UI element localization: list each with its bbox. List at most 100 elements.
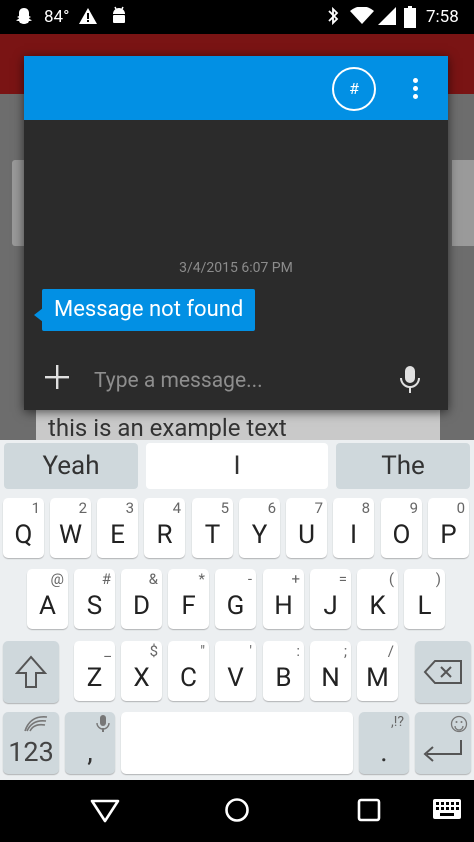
key-z[interactable]: _ Z <box>74 641 115 701</box>
key-n[interactable]: ; N <box>310 641 351 701</box>
key-label: O <box>392 520 411 550</box>
key-label: S <box>86 591 103 621</box>
key-hint: 4 <box>172 499 181 517</box>
key-o[interactable]: 9O <box>381 498 422 558</box>
key-hint: _ <box>104 642 111 660</box>
key-y[interactable]: 6Y <box>239 498 280 558</box>
key-i[interactable]: 8I <box>333 498 374 558</box>
key-a[interactable]: @ A <box>27 569 68 629</box>
temperature: 84° <box>44 7 70 27</box>
key-label: M <box>366 663 389 693</box>
key-label: J <box>323 591 338 621</box>
emoji-icon <box>450 715 468 733</box>
key-hint: = <box>338 570 347 588</box>
plus-icon[interactable] <box>44 364 70 390</box>
key-k[interactable]: (K <box>357 569 398 629</box>
key-hint: : <box>296 642 300 660</box>
key-hint: 3 <box>125 499 134 517</box>
key-label: L <box>417 591 432 621</box>
key-r[interactable]: 4R <box>144 498 185 558</box>
comma-key[interactable]: , <box>65 712 115 774</box>
message-input[interactable] <box>94 366 374 396</box>
enter-key[interactable] <box>415 712 471 774</box>
symbols-key-label: 123 <box>8 736 54 768</box>
bluetooth-icon <box>326 6 340 31</box>
microphone-icon[interactable] <box>398 365 422 395</box>
key-f[interactable]: * F <box>168 569 209 629</box>
backspace-icon <box>423 660 462 684</box>
key-label: F <box>181 591 196 621</box>
background-card <box>452 160 474 246</box>
key-hint: / <box>387 642 394 660</box>
key-label: E <box>110 520 125 550</box>
key-hint: - <box>247 570 252 588</box>
key-hint: ' <box>249 642 252 660</box>
key-label: V <box>227 663 244 693</box>
key-p[interactable]: 0P <box>428 498 469 558</box>
message-bubble: Message not found <box>42 289 256 331</box>
key-hint: 9 <box>409 499 418 517</box>
key-b[interactable]: :B <box>263 641 304 701</box>
overflow-menu-icon[interactable] <box>406 74 426 102</box>
key-c[interactable]: " C <box>168 641 209 701</box>
status-bar: 84° 7:58 <box>0 0 474 34</box>
key-hint: 6 <box>267 499 276 517</box>
snapchat-icon <box>14 6 34 31</box>
home-icon[interactable] <box>224 797 250 827</box>
suggestion-right[interactable]: The <box>336 443 470 489</box>
key-label: B <box>275 663 292 693</box>
key-s[interactable]: # S <box>74 569 115 629</box>
key-hint: " <box>200 642 205 660</box>
key-hint: @ <box>50 570 64 588</box>
key-label: Y <box>251 520 268 550</box>
key-d[interactable]: & D <box>121 569 162 629</box>
key-v[interactable]: ' V <box>215 641 256 701</box>
key-x[interactable]: $ X <box>121 641 162 701</box>
key-u[interactable]: 7U <box>286 498 327 558</box>
key-w[interactable]: 2W <box>50 498 91 558</box>
key-hint: & <box>148 570 158 588</box>
swiftkey-icon <box>24 716 48 732</box>
comma-key-label: , <box>87 735 93 768</box>
key-label: X <box>133 663 150 693</box>
key-m[interactable]: / M <box>357 641 398 701</box>
key-hint: 5 <box>220 499 229 517</box>
shift-key[interactable] <box>3 641 59 703</box>
back-icon[interactable] <box>90 798 120 828</box>
key-q[interactable]: 1Q <box>3 498 44 558</box>
key-label: K <box>369 591 386 621</box>
key-t[interactable]: 5T <box>192 498 233 558</box>
key-e[interactable]: 3E <box>97 498 138 558</box>
recents-icon[interactable] <box>357 798 381 826</box>
backspace-key[interactable] <box>415 641 471 703</box>
key-l[interactable]: ) L <box>404 569 445 629</box>
clock: 7:58 <box>426 7 459 27</box>
key-label: A <box>39 591 56 621</box>
key-hint: ( <box>388 570 394 588</box>
key-h[interactable]: + H <box>263 569 304 629</box>
dialog-header <box>24 56 448 120</box>
wifi-icon <box>350 6 374 30</box>
key-hint: 7 <box>314 499 323 517</box>
period-key[interactable]: ,!? . <box>359 712 409 774</box>
space-bar[interactable] <box>121 712 353 774</box>
key-label: H <box>274 591 293 621</box>
keyboard-switch-icon[interactable] <box>433 799 461 823</box>
enter-icon <box>423 740 462 762</box>
key-hint: 1 <box>31 499 40 517</box>
suggestion-center[interactable]: I <box>146 443 328 489</box>
alert-icon <box>78 6 98 31</box>
key-j[interactable]: = J <box>310 569 351 629</box>
key-hint: 8 <box>361 499 370 517</box>
battery-icon <box>404 6 416 33</box>
symbols-key[interactable]: 123 <box>3 712 59 774</box>
suggestion-left[interactable]: Yeah <box>4 443 138 489</box>
key-g[interactable]: -G <box>215 569 256 629</box>
message-timestamp: 3/4/2015 6:07 PM <box>179 260 293 276</box>
key-hint: # <box>101 570 111 588</box>
background-text-value: this is an example text <box>48 414 287 442</box>
hash-button[interactable]: # <box>332 67 376 111</box>
key-label: Z <box>86 663 103 693</box>
key-label: G <box>226 591 245 621</box>
key-hint: ; <box>343 642 347 660</box>
